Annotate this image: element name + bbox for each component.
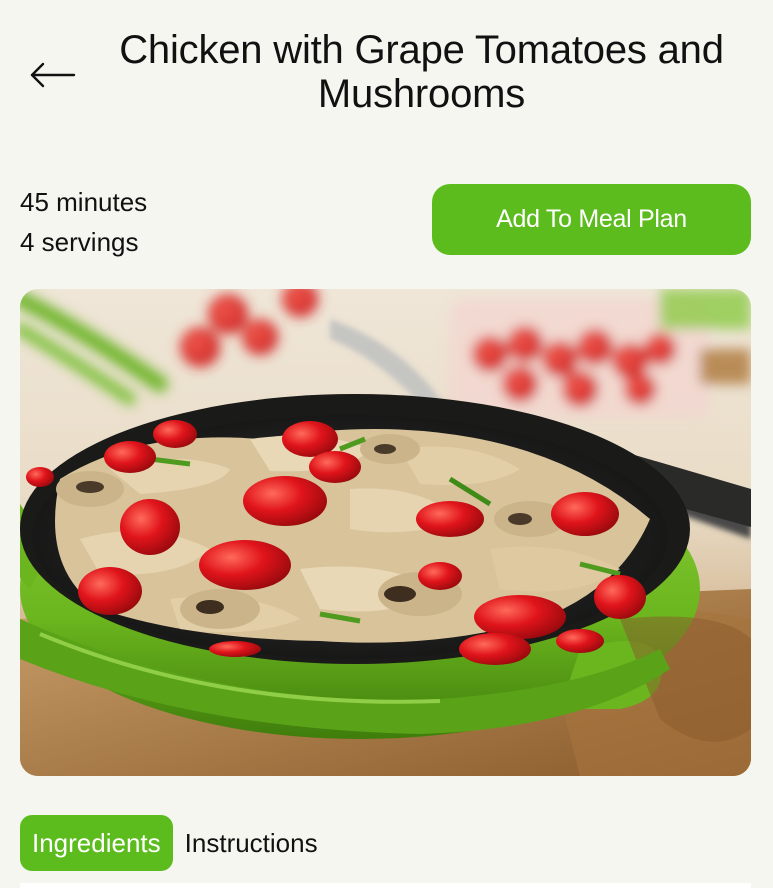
page-title: Chicken with Grape Tomatoes and Mushroom… — [119, 28, 724, 116]
left-arrow-icon — [30, 62, 76, 88]
recipe-photo — [20, 289, 751, 776]
tab-panel — [20, 883, 751, 888]
tab-ingredients[interactable]: Ingredients — [20, 815, 173, 871]
recipe-tabs: Ingredients Instructions — [20, 815, 330, 871]
back-button[interactable] — [26, 52, 78, 98]
add-to-meal-plan-button[interactable]: Add To Meal Plan — [432, 184, 751, 255]
servings-count: 4 servings — [20, 227, 139, 257]
cook-time: 45 minutes — [20, 187, 148, 217]
tab-instructions[interactable]: Instructions — [173, 815, 330, 871]
page-header: Chicken with Grape Tomatoes and Mushroom… — [0, 0, 773, 150]
recipe-image — [20, 289, 751, 776]
recipe-meta: 45 minutes 4 servings — [20, 182, 147, 262]
